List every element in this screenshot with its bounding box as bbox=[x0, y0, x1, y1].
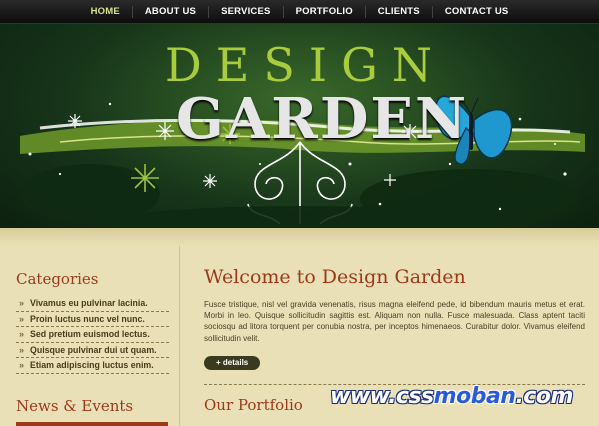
welcome-text: Fusce tristique, nisl vel gravida venena… bbox=[204, 300, 585, 343]
nav-services[interactable]: SERVICES bbox=[208, 5, 282, 18]
portfolio-title: Our Portfolio bbox=[204, 396, 303, 414]
top-navigation: HOME ABOUT US SERVICES PORTFOLIO CLIENTS… bbox=[0, 0, 599, 24]
watermark-part2: moban bbox=[433, 384, 516, 409]
category-label: Quisque pulvinar dui ut quam. bbox=[30, 344, 157, 355]
nav-contact-us[interactable]: CONTACT US bbox=[431, 5, 521, 18]
category-item[interactable]: » Proin luctus nunc vel nunc. bbox=[16, 312, 169, 327]
watermark-part3: .com bbox=[515, 384, 573, 409]
categories-title: Categories bbox=[16, 270, 99, 288]
sidebar: Categories » Vivamus eu pulvinar lacinia.… bbox=[0, 246, 180, 426]
logo-garden-word: GARDEN bbox=[176, 86, 469, 152]
news-events-title: News & Events bbox=[16, 397, 134, 415]
watermark-part1: www.css bbox=[330, 384, 434, 409]
arrow-bullet-icon: » bbox=[19, 344, 25, 355]
logo-design-word: DESIGN bbox=[164, 38, 447, 92]
arrow-bullet-icon: » bbox=[19, 313, 25, 324]
header-banner: DESIGN GARDEN bbox=[0, 24, 599, 240]
category-label: Vivamus eu pulvinar lacinia. bbox=[30, 298, 148, 308]
category-item[interactable]: » Sed pretium euismod lectus. bbox=[16, 327, 169, 343]
category-label: Proin luctus nunc vel nunc. bbox=[30, 313, 145, 324]
arrow-bullet-icon: » bbox=[19, 360, 25, 370]
welcome-title: Welcome to Design Garden bbox=[204, 266, 466, 288]
category-list: » Vivamus eu pulvinar lacinia. » Proin luc… bbox=[16, 296, 169, 374]
nav-about-us[interactable]: ABOUT US bbox=[131, 5, 208, 18]
nav-clients[interactable]: CLIENTS bbox=[364, 5, 432, 18]
arrow-bullet-icon: » bbox=[19, 329, 25, 339]
category-label: Etiam adipiscing luctus enim. bbox=[30, 360, 154, 370]
details-button[interactable]: + details bbox=[204, 356, 261, 370]
category-label: Sed pretium euismod lectus. bbox=[30, 329, 150, 339]
nav-portfolio[interactable]: PORTFOLIO bbox=[282, 5, 365, 18]
news-divider-bar bbox=[16, 422, 168, 426]
nav-home[interactable]: HOME bbox=[79, 6, 132, 18]
category-item[interactable]: » Vivamus eu pulvinar lacinia. bbox=[16, 296, 169, 312]
arrow-bullet-icon: » bbox=[19, 298, 25, 308]
category-item[interactable]: » Quisque pulvinar dui ut quam. bbox=[16, 343, 169, 358]
header-torn-edge bbox=[0, 228, 599, 246]
category-item[interactable]: » Etiam adipiscing luctus enim. bbox=[16, 358, 169, 374]
watermark: www.cssmoban.com bbox=[330, 384, 573, 409]
